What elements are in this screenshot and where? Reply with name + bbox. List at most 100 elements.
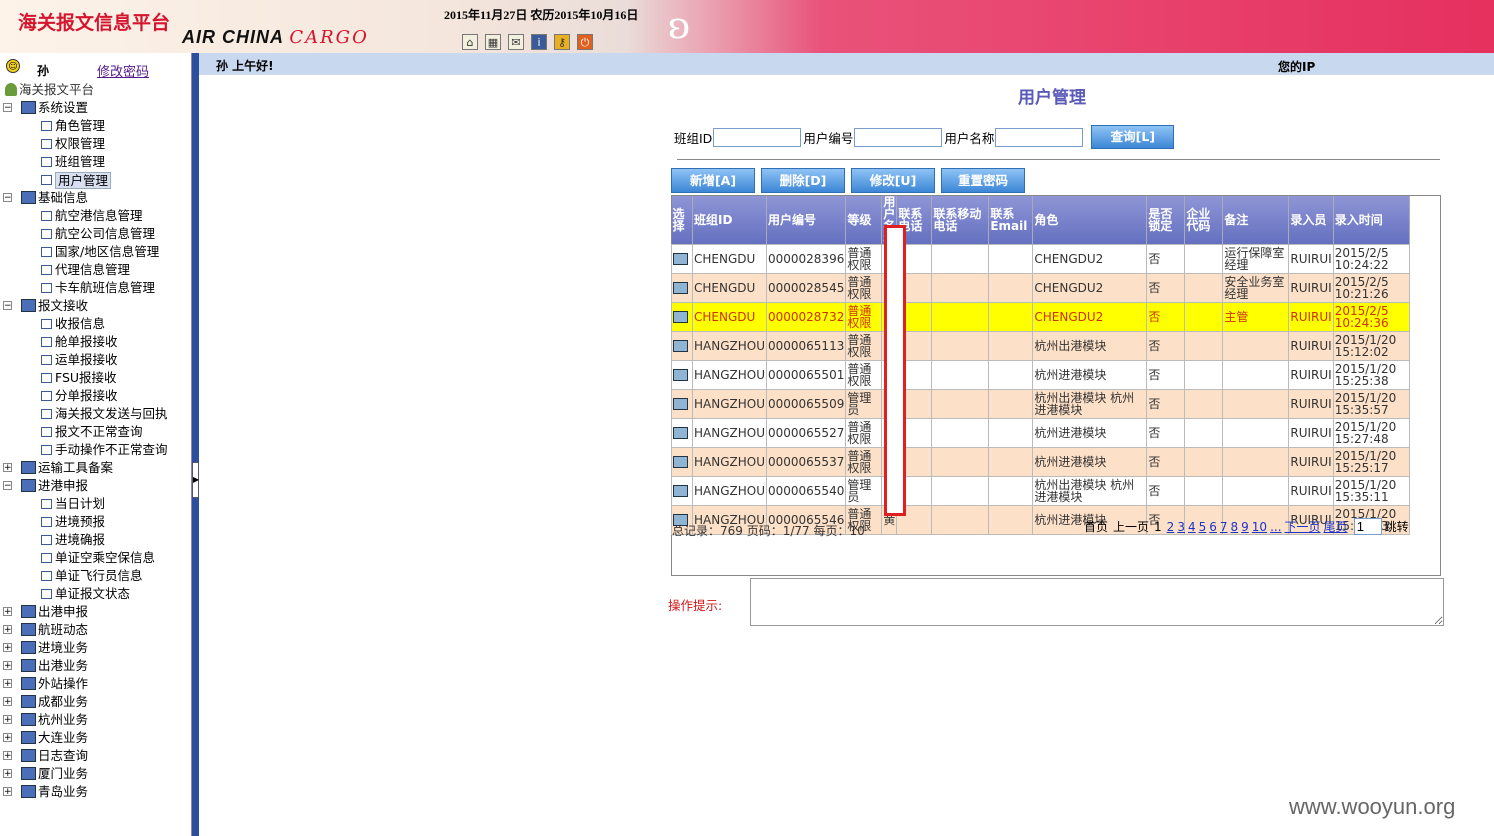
collapse-icon[interactable]: − (3, 103, 12, 113)
expand-icon[interactable]: + (3, 625, 12, 635)
expand-icon[interactable]: + (3, 697, 12, 707)
table-row[interactable]: HANGZHOU0000065113普通权限张杭州出港模块否RUIRUI2015… (671, 331, 1410, 361)
collapse-icon[interactable]: − (3, 481, 12, 491)
table-cell (671, 302, 693, 332)
page-link[interactable]: 9 (1241, 520, 1249, 534)
brand-logo: AIR CHINA CARGO (182, 27, 369, 48)
row-select-icon[interactable] (673, 369, 688, 382)
page-link[interactable]: 8 (1231, 520, 1239, 534)
page-icon (41, 157, 52, 167)
row-select-icon[interactable] (673, 340, 688, 353)
table-row[interactable]: CHENGDU0000028545普通权限江CHENGDU2否安全业务室经理RU… (671, 273, 1410, 303)
last-page[interactable]: 尾页 (1324, 518, 1348, 535)
page-link[interactable]: 5 (1199, 520, 1207, 534)
row-select-icon[interactable] (673, 427, 688, 440)
info-icon[interactable]: i (531, 34, 547, 50)
book-icon (21, 479, 36, 492)
table-row[interactable]: CHENGDU0000028732普通权限周CHENGDU2否主管RUIRUI2… (671, 302, 1410, 332)
expand-icon[interactable]: + (3, 733, 12, 743)
table-cell: 杭州出港模块 杭州进港模块 (1032, 389, 1148, 419)
user-no-input[interactable] (854, 127, 943, 147)
collapse-icon[interactable]: − (3, 193, 12, 203)
row-select-icon[interactable] (673, 311, 688, 324)
expand-icon[interactable]: + (3, 715, 12, 725)
next-page[interactable]: 下一页 (1285, 518, 1321, 535)
edit-button[interactable]: 修改[U] (851, 168, 935, 193)
page-link[interactable]: 6 (1209, 520, 1217, 534)
first-page[interactable]: 首页 (1084, 518, 1108, 535)
table-cell: 安全业务室经理 (1222, 273, 1290, 303)
query-button[interactable]: 查询[L] (1091, 125, 1175, 149)
expand-icon[interactable]: + (3, 607, 12, 617)
page-link[interactable]: 10 (1252, 520, 1267, 534)
table-cell: CHENGDU2 (1032, 302, 1148, 332)
sidebar-splitter[interactable] (192, 53, 199, 836)
table-cell: RUIRUI (1288, 476, 1334, 506)
table-cell (931, 447, 990, 477)
row-select-icon[interactable] (673, 485, 688, 498)
home-icon[interactable]: ⌂ (462, 34, 478, 50)
operation-tip-label: 操作提示: (668, 598, 723, 613)
row-select-icon[interactable] (673, 253, 688, 266)
table-cell (671, 447, 693, 477)
user-name-input[interactable] (995, 127, 1084, 147)
expand-icon[interactable]: + (3, 643, 12, 653)
table-row[interactable]: HANGZHOU0000065540管理员郎杭州出港模块 杭州进港模块否RUIR… (671, 476, 1410, 506)
reset-password-button[interactable]: 重置密码 (941, 168, 1025, 193)
table-cell (988, 476, 1034, 506)
prev-page[interactable]: 上一页 (1113, 518, 1149, 535)
more-pages[interactable]: ... (1270, 520, 1281, 534)
change-password-link[interactable]: 修改密码 (97, 61, 149, 80)
tree-item-label: 国家/地区信息管理 (55, 244, 160, 259)
brand-cargo: CARGO (289, 27, 369, 48)
team-id-input[interactable] (713, 127, 802, 147)
add-button[interactable]: 新增[A] (671, 168, 755, 193)
page-icon (41, 247, 52, 257)
row-select-icon[interactable] (673, 282, 688, 295)
expand-icon[interactable]: + (3, 769, 12, 779)
page-title: 用户管理 (1018, 88, 1086, 108)
expand-icon[interactable]: + (3, 463, 12, 473)
goto-button[interactable]: 跳转 (1385, 518, 1409, 535)
table-cell: HANGZHOU (692, 418, 767, 448)
expand-icon[interactable]: + (3, 679, 12, 689)
page-link[interactable]: 3 (1177, 520, 1185, 534)
table-cell: 否 (1146, 302, 1186, 332)
collapse-sidebar-handle[interactable]: ▶ (192, 462, 199, 498)
expand-icon[interactable]: + (3, 787, 12, 797)
column-header: 联系移动电话 (931, 196, 990, 245)
operation-tip-box[interactable] (750, 578, 1444, 626)
table-row[interactable]: HANGZHOU0000065509管理员张杭州出港模块 杭州进港模块否RUIR… (671, 389, 1410, 419)
table-cell (931, 389, 990, 419)
table-row[interactable]: HANGZHOU0000065501普通权限周杭州进港模块否RUIRUI2015… (671, 360, 1410, 390)
mail-icon[interactable]: ✉ (508, 34, 524, 50)
user-no-label: 用户编号 (803, 130, 854, 146)
table-row[interactable]: CHENGDU0000028396普通权限罗CHENGDU2否运行保障室经理RU… (671, 244, 1410, 274)
table-cell: 2015/1/20 15:12:02 (1332, 331, 1410, 361)
table-cell (931, 360, 990, 390)
tree-item-label: 运单报接收 (55, 352, 118, 367)
row-select-icon[interactable] (673, 398, 688, 411)
table-cell: 2015/2/5 10:24:36 (1332, 302, 1410, 332)
delete-button[interactable]: 删除[D] (761, 168, 845, 193)
page-link[interactable]: 7 (1220, 520, 1228, 534)
power-icon[interactable]: ⏻ (577, 34, 593, 50)
table-cell (1222, 447, 1290, 477)
tree-group-label: 厦门业务 (38, 766, 89, 781)
table-cell (1184, 389, 1224, 419)
table-cell (1184, 302, 1224, 332)
calendar-icon[interactable]: ▦ (485, 34, 501, 50)
page-link[interactable]: 4 (1188, 520, 1196, 534)
table-cell (1222, 360, 1290, 390)
goto-page-input[interactable] (1353, 518, 1382, 535)
expand-icon[interactable]: + (3, 751, 12, 761)
book-icon (21, 713, 36, 726)
table-row[interactable]: HANGZHOU0000065527普通权限洪杭州进港模块否RUIRUI2015… (671, 418, 1410, 448)
collapse-icon[interactable]: − (3, 301, 12, 311)
table-row[interactable]: HANGZHOU0000065537普通权限吴杭州进港模块否RUIRUI2015… (671, 447, 1410, 477)
row-select-icon[interactable] (673, 456, 688, 469)
key-icon[interactable]: ⚷ (554, 34, 570, 50)
tree-group-label: 青岛业务 (38, 784, 89, 799)
expand-icon[interactable]: + (3, 661, 12, 671)
page-link[interactable]: 2 (1167, 520, 1175, 534)
